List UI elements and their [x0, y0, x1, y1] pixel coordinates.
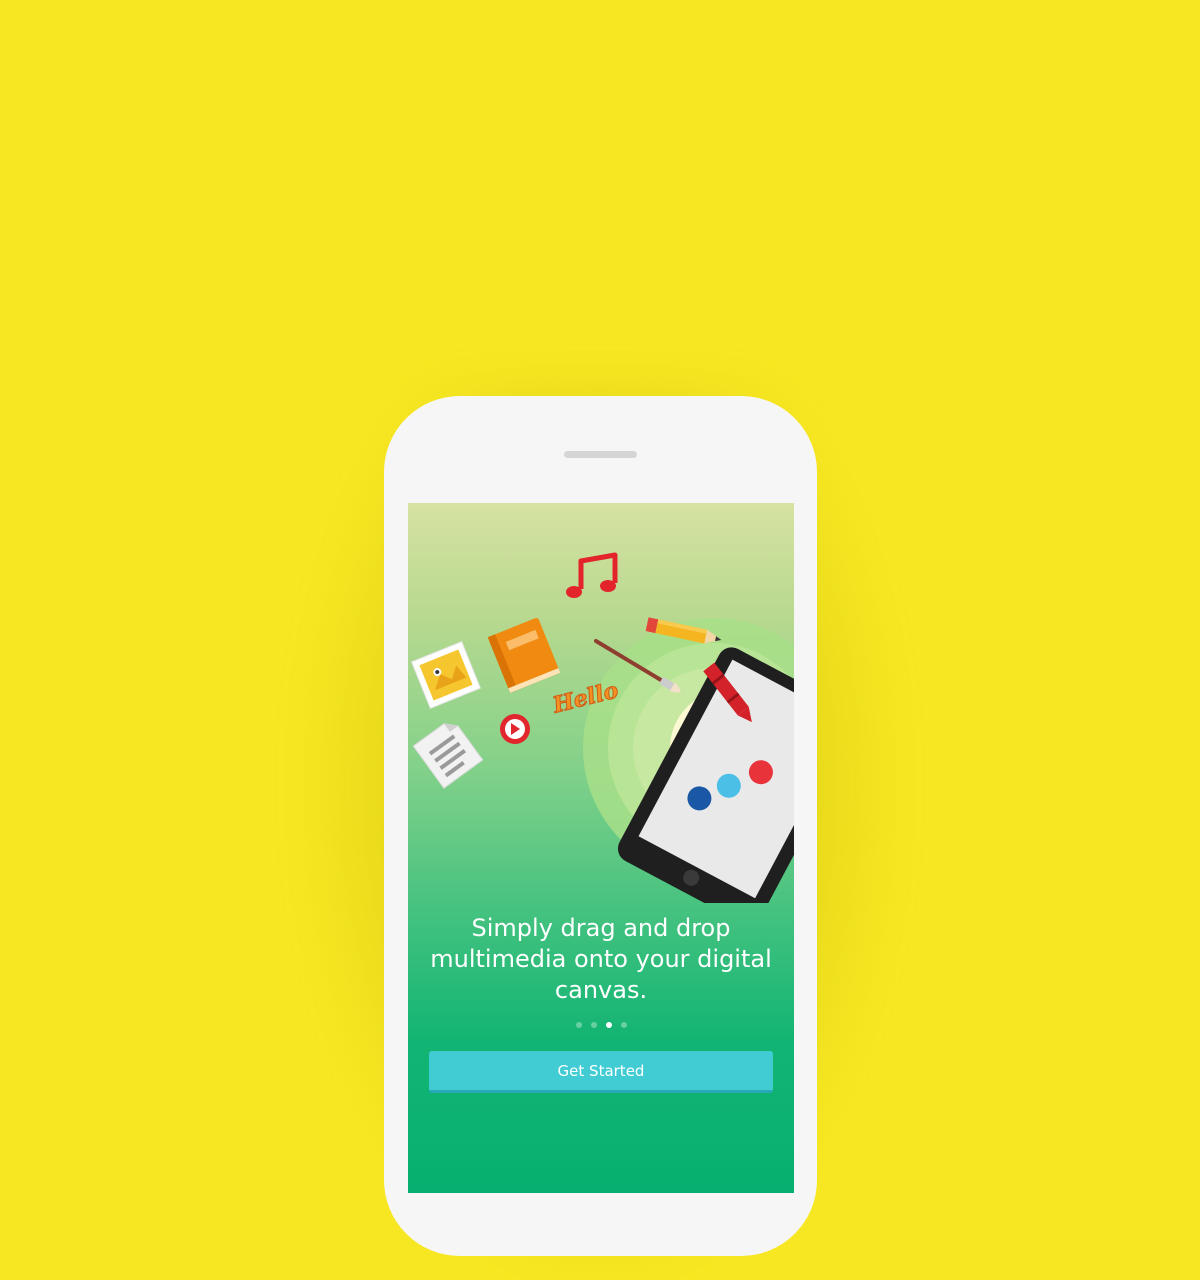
onboarding-screen: Hello Simply drag and drop multimedia on… [408, 503, 794, 1193]
pagination-dot-2[interactable] [590, 1022, 597, 1028]
onboarding-headline: Simply drag and drop multimedia onto you… [430, 914, 772, 1004]
book-icon [487, 617, 561, 693]
pagination-dot-4[interactable] [620, 1022, 627, 1028]
pagination-dot-3-active[interactable] [605, 1022, 612, 1028]
pagination-dot-1[interactable] [575, 1022, 582, 1028]
phone-speaker [564, 451, 637, 458]
video-play-icon [500, 714, 530, 744]
document-icon [412, 723, 484, 789]
phone-mockup: Hello Simply drag and drop multimedia on… [384, 396, 817, 1256]
music-note-icon [566, 552, 618, 598]
onboarding-illustration: Hello [410, 552, 794, 903]
pagination-dots[interactable] [408, 1022, 794, 1028]
get-started-button[interactable]: Get Started [429, 1051, 773, 1093]
photo-icon [410, 641, 482, 709]
